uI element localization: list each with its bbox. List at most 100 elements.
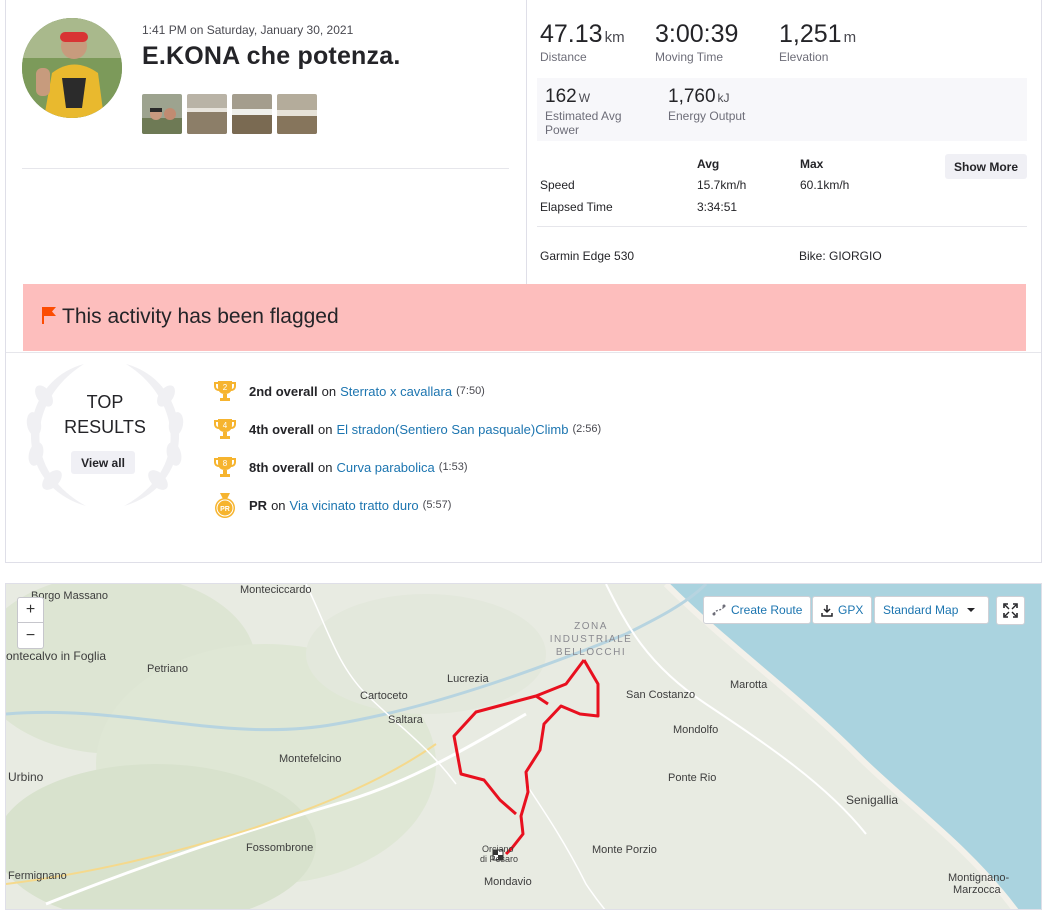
- device-name: Garmin Edge 530: [540, 249, 635, 263]
- segment-link[interactable]: Via vicinato tratto duro: [290, 498, 419, 513]
- route-icon: [712, 604, 726, 616]
- map-place-label: Senigallia: [846, 793, 899, 807]
- moving-time-label: Moving Time: [655, 50, 724, 64]
- activity-card: 1:41 PM on Saturday, January 30, 2021 E.…: [5, 0, 1042, 563]
- elapsed-time-avg: 3:34:51: [697, 200, 738, 214]
- map-place-label: Fossombrone: [246, 842, 314, 854]
- top-results-heading-line2: RESULTS: [64, 417, 146, 437]
- result-on-text: on: [271, 497, 286, 513]
- top-results-heading-line1: TOP: [86, 392, 124, 412]
- activity-datetime: 1:41 PM on Saturday, January 30, 2021: [142, 23, 354, 37]
- speed-avg: 15.7km/h: [697, 178, 747, 192]
- zoom-in-button[interactable]: +: [18, 598, 43, 623]
- elevation-label: Elevation: [779, 50, 829, 64]
- photo-strip: [142, 94, 317, 134]
- energy-unit: kJ: [717, 91, 730, 105]
- download-icon: [821, 604, 833, 617]
- speed-label: Speed: [540, 178, 575, 192]
- power-energy-box: 162 W Estimated Avg Power 1,760 kJ Energy …: [537, 78, 1027, 141]
- result-item: 4 4th overall on El stradon(Sentiero San…: [214, 416, 601, 442]
- moving-time-stat: 3:00:39 Moving Time: [655, 20, 738, 64]
- segment-link[interactable]: El stradon(Sentiero San pasquale)Climb: [337, 422, 569, 437]
- max-column-header: Max: [800, 157, 824, 171]
- result-on-text: on: [321, 383, 337, 399]
- segment-link[interactable]: Curva parabolica: [337, 460, 435, 475]
- map-place-label: Saltara: [388, 714, 423, 726]
- speed-max: 60.1km/h: [800, 178, 850, 192]
- divider: [6, 352, 1041, 353]
- map-type-dropdown[interactable]: Standard Map: [874, 596, 989, 624]
- photo-thumbnail[interactable]: [232, 94, 272, 134]
- map-zone-label: ZONA INDUSTRIALE BELLOCCHI: [526, 620, 656, 659]
- power-label-line1: Estimated Avg: [545, 109, 622, 123]
- view-all-button[interactable]: View all: [71, 451, 135, 474]
- elevation-unit: m: [843, 29, 857, 46]
- map-place-label: Ponte Rio: [668, 772, 717, 784]
- result-item: 2 2nd overall on Sterrato x cavallara (7…: [214, 378, 485, 404]
- zoom-control: + −: [17, 597, 44, 649]
- elevation-stat: 1,251 m Elevation: [779, 20, 856, 64]
- flagged-message: This activity has been flagged: [62, 305, 339, 328]
- result-time: (1:53): [438, 461, 468, 473]
- elapsed-time-label: Elapsed Time: [540, 200, 613, 214]
- photo-thumbnail[interactable]: [142, 94, 182, 134]
- trophy-icon: 8: [214, 455, 236, 479]
- pr-medal-icon: PR: [214, 493, 236, 518]
- create-route-label: Create Route: [731, 603, 803, 617]
- activity-map[interactable]: ZONA INDUSTRIALE BELLOCCHI Borgo Massano…: [5, 583, 1042, 910]
- distance-stat: 47.13 km Distance: [540, 20, 625, 64]
- moving-time-value: 3:00:39: [655, 20, 739, 48]
- trophy-icon: 2: [214, 379, 236, 403]
- result-time: (5:57): [422, 499, 452, 511]
- fullscreen-button[interactable]: [996, 596, 1025, 625]
- bike-name[interactable]: Bike: GIORGIO: [799, 249, 882, 263]
- power-value: 162: [545, 86, 577, 107]
- divider: [537, 226, 1027, 227]
- energy-label: Energy Output: [668, 109, 746, 123]
- map-place-label: Fermignano: [8, 870, 67, 882]
- trophy-rank-number: 2: [223, 383, 228, 392]
- activity-summary: 1:41 PM on Saturday, January 30, 2021 E.…: [6, 0, 526, 284]
- pr-badge-text: PR: [220, 506, 230, 513]
- result-rank: 4th overall: [249, 421, 315, 437]
- create-route-button[interactable]: Create Route: [703, 596, 812, 624]
- zone-label-line1: ZONA: [574, 621, 608, 632]
- trophy-rank-number: 8: [223, 459, 228, 468]
- map-place-label: Mondavio: [484, 876, 532, 888]
- segment-link[interactable]: Sterrato x cavallara: [340, 384, 452, 399]
- chevron-down-icon: [967, 608, 976, 612]
- map-place-label: Marotta: [730, 679, 768, 691]
- map-place-label: San Costanzo: [626, 689, 696, 701]
- trophy-rank-number: 4: [223, 421, 228, 430]
- energy-stat: 1,760 kJ Energy Output: [668, 86, 745, 123]
- map-place-label: Montignano-: [948, 872, 1010, 884]
- map-place-label: Lucrezia: [447, 673, 489, 685]
- result-rank: 2nd overall: [249, 383, 318, 399]
- map-place-label: Mondolfo: [673, 724, 719, 736]
- zoom-out-button[interactable]: −: [18, 623, 43, 648]
- map-place-label: Marzocca: [953, 884, 1001, 896]
- map-place-label: Monte Porzio: [592, 844, 657, 856]
- map-place-label: di Pesaro: [480, 854, 519, 864]
- show-more-button[interactable]: Show More: [945, 154, 1027, 179]
- power-label-line2: Power: [545, 123, 580, 137]
- map-place-label: Petriano: [147, 663, 188, 675]
- avg-column-header: Avg: [697, 157, 720, 171]
- activity-stats-panel: 47.13 km Distance 3:00:39 Moving Time 1,2…: [526, 0, 1043, 284]
- map-place-label: ontecalvo in Foglia: [6, 649, 107, 663]
- photo-thumbnail[interactable]: [187, 94, 227, 134]
- map-type-label: Standard Map: [883, 603, 959, 617]
- activity-title: E.KONA che potenza.: [142, 42, 401, 70]
- photo-thumbnail[interactable]: [277, 94, 317, 134]
- power-unit: W: [578, 91, 591, 105]
- gpx-label: GPX: [838, 603, 864, 617]
- divider: [22, 168, 509, 169]
- distance-value: 47.13: [540, 20, 603, 48]
- result-time: (2:56): [572, 423, 602, 435]
- top-results-badge: TOP RESULTS View all: [24, 356, 186, 516]
- zone-label-line3: BELLOCCHI: [555, 647, 627, 658]
- gpx-download-button[interactable]: GPX: [812, 596, 873, 624]
- result-item: PR PR on Via vicinato tratto duro (5:57): [214, 492, 451, 518]
- athlete-avatar[interactable]: [22, 18, 122, 118]
- map-place-label: Cartoceto: [360, 690, 408, 702]
